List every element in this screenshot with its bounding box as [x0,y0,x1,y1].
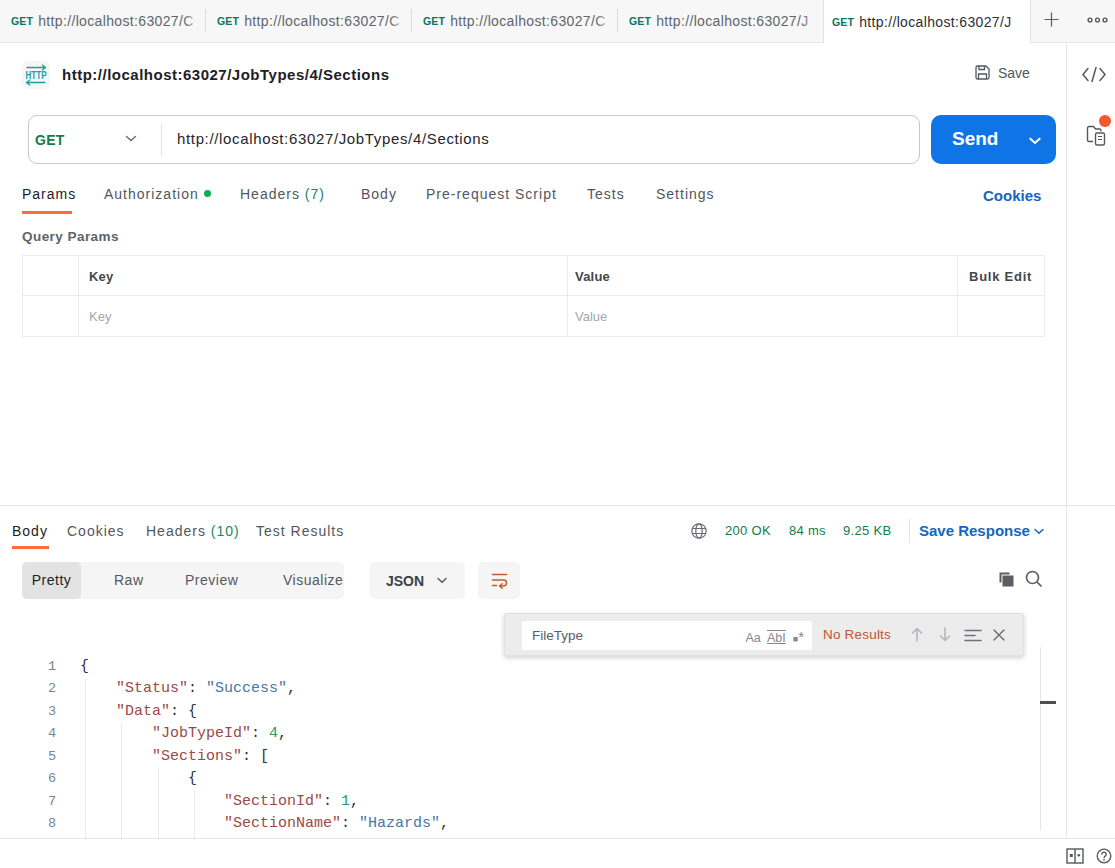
svg-text:HTTP: HTTP [26,70,47,81]
